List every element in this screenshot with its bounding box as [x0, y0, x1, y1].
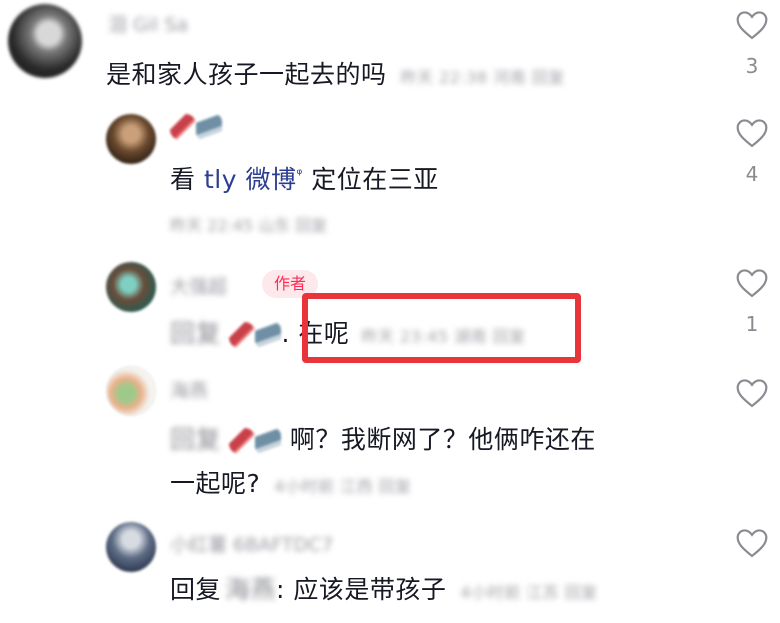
comment-text: 看 tly 微博ᵠ 定位在三亚 — [170, 160, 439, 196]
guitar-emoji — [229, 428, 256, 454]
comment-body: 是和家人孩子一起去的吗 — [106, 60, 387, 89]
comment-prefix: 看 — [170, 165, 204, 194]
heart-outline-icon — [736, 269, 768, 298]
like-count: 3 — [745, 54, 759, 78]
guitar-emoji — [170, 114, 196, 140]
comment-suffix: 定位在三亚 — [302, 165, 439, 194]
heart-outline-icon — [736, 529, 768, 558]
comment-text: 回复 海燕: 应该是带孩子 4小时前 江苏 回复 — [170, 570, 598, 606]
username[interactable] — [170, 114, 222, 140]
avatar[interactable] — [106, 366, 156, 416]
guitar-emoji — [229, 322, 256, 348]
like-count: 4 — [745, 162, 759, 186]
comment-body-line1: 啊？我断网了？他俩咋还在 — [289, 425, 596, 454]
comment-meta: 4小时前 江西 回复 — [274, 477, 412, 496]
username[interactable]: 海燕 — [170, 376, 208, 403]
comment-text-line2: 一起呢? 4小时前 江西 回复 — [170, 464, 412, 500]
comment-body: : 应该是带孩子 — [276, 575, 447, 604]
avatar[interactable] — [106, 522, 156, 572]
username[interactable]: 大强超 — [170, 272, 227, 299]
avatar[interactable] — [8, 4, 82, 78]
comment-body-line2: 一起呢? — [170, 469, 261, 498]
mention-link[interactable]: tly 微博 — [204, 165, 297, 194]
heart-outline-icon — [736, 11, 768, 40]
username[interactable]: 泪 Gil Sa — [108, 10, 188, 37]
comment-meta: 昨天 22:45 山东 回复 — [170, 216, 328, 235]
avatar[interactable] — [106, 114, 156, 164]
like-button[interactable]: 4 — [730, 118, 774, 186]
reply-prefix: 回复 — [170, 319, 222, 348]
reply-prefix: 回复 — [170, 575, 222, 604]
shark-emoji — [255, 322, 282, 348]
like-button[interactable]: 1 — [730, 268, 774, 336]
shark-emoji — [196, 114, 222, 140]
like-button[interactable]: 3 — [730, 10, 774, 78]
like-count: 1 — [745, 312, 759, 336]
heart-outline-icon — [736, 379, 768, 408]
avatar[interactable] — [106, 262, 156, 312]
like-button[interactable] — [730, 528, 774, 572]
shark-emoji — [255, 428, 282, 454]
username[interactable]: 小红薯 6BAFTDC7 — [170, 530, 333, 557]
highlight-box — [302, 293, 581, 363]
comment-text: 是和家人孩子一起去的吗 昨天 22:38 河南 回复 — [106, 55, 565, 91]
reply-target[interactable]: 海燕 — [225, 575, 276, 604]
like-button[interactable] — [730, 378, 774, 422]
heart-outline-icon — [736, 119, 768, 148]
comment-text: 回复 啊？我断网了？他俩咋还在 — [170, 420, 596, 456]
comment-meta: 4小时前 江苏 回复 — [460, 583, 598, 602]
comment-meta: 昨天 22:38 河南 回复 — [400, 68, 565, 87]
reply-prefix: 回复 — [170, 425, 222, 454]
